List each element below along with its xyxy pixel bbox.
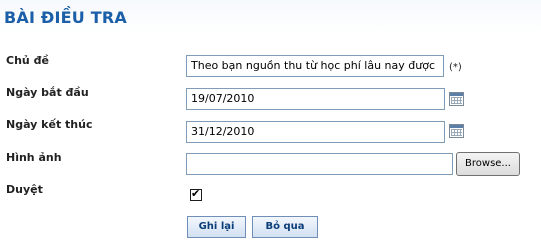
end-date-input[interactable]: 31/12/2010	[186, 121, 445, 143]
subject-label: Chủ đề	[6, 54, 49, 67]
save-button[interactable]: Ghi lại	[187, 216, 246, 238]
start-date-label: Ngày bắt đầu	[6, 86, 89, 99]
end-date-calendar-icon[interactable]	[449, 124, 464, 138]
approved-label: Duyệt	[6, 183, 43, 196]
start-date-input[interactable]: 19/07/2010	[186, 88, 445, 110]
required-mark: (*)	[449, 62, 462, 73]
cancel-button[interactable]: Bỏ qua	[252, 216, 318, 238]
end-date-label: Ngày kết thúc	[6, 118, 93, 131]
approved-checkbox[interactable]: ✔	[190, 187, 202, 201]
page-title: BÀI ĐIỀU TRA	[4, 8, 127, 27]
image-label: Hình ảnh	[6, 151, 62, 164]
browse-button[interactable]: Browse...	[456, 152, 520, 176]
start-date-calendar-icon[interactable]	[449, 92, 464, 106]
subject-input[interactable]: Theo bạn nguồn thu từ học phí lâu nay đư…	[186, 55, 444, 77]
image-file-input[interactable]	[186, 153, 453, 175]
checkmark-icon: ✔	[191, 187, 201, 200]
